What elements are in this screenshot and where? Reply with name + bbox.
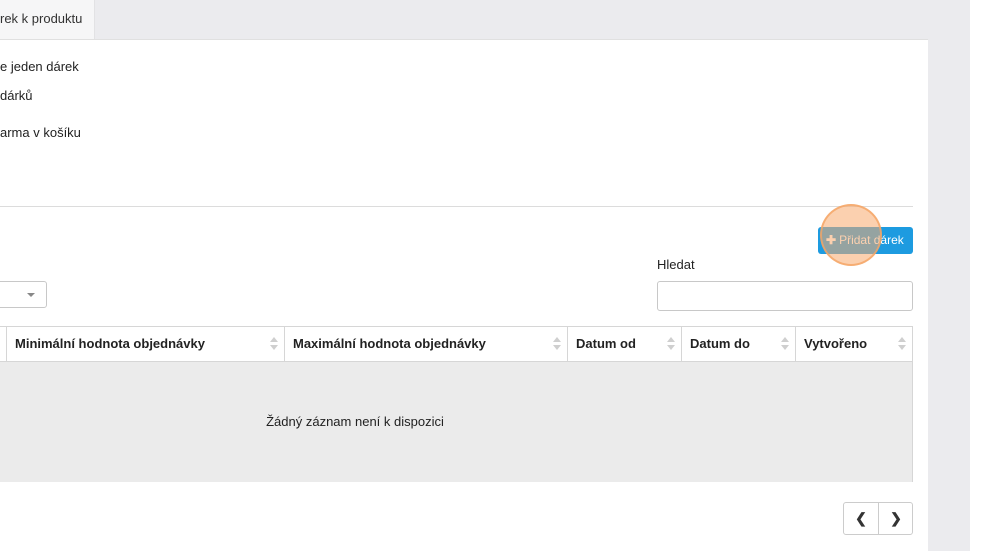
column-header-created[interactable]: Vytvořeno: [795, 327, 912, 361]
caret-down-icon: [27, 293, 35, 297]
column-label: Datum do: [690, 336, 750, 351]
page-size-select[interactable]: [0, 281, 47, 308]
empty-table-message: Žádný záznam není k dispozici: [266, 414, 444, 429]
sort-icon: [270, 337, 278, 351]
sort-icon: [781, 337, 789, 351]
next-page-button[interactable]: ❯: [879, 503, 913, 534]
search-input[interactable]: [657, 281, 913, 311]
gift-settings-panel: e jeden dárek dárků arma v košíku ✚ Přida…: [0, 39, 928, 551]
option-free-in-cart[interactable]: arma v košíku: [0, 125, 81, 140]
table-body: Žádný záznam není k dispozici: [0, 362, 912, 482]
option-one-gift[interactable]: e jeden dárek: [0, 59, 79, 74]
column-label: Maximální hodnota objednávky: [293, 336, 486, 351]
column-header-date-from[interactable]: Datum od: [567, 327, 681, 361]
search-label: Hledat: [657, 257, 695, 272]
option-gifts[interactable]: dárků: [0, 88, 33, 103]
tab-gifts-to-product[interactable]: rek k produktu: [0, 0, 95, 39]
chevron-right-icon: ❯: [890, 510, 902, 526]
previous-page-button[interactable]: ❮: [844, 503, 879, 534]
add-gift-button[interactable]: ✚ Přidat dárek: [818, 227, 913, 254]
add-gift-label: Přidat dárek: [839, 233, 904, 247]
page-background-strip: [928, 0, 970, 551]
window-edge: [970, 0, 983, 551]
column-header-min-order-value[interactable]: Minimální hodnota objednávky: [6, 327, 284, 361]
plus-icon: ✚: [826, 233, 837, 247]
column-header-max-order-value[interactable]: Maximální hodnota objednávky: [284, 327, 567, 361]
column-header-date-to[interactable]: Datum do: [681, 327, 795, 361]
section-divider: [0, 206, 913, 207]
sort-icon: [553, 337, 561, 351]
column-label: Vytvořeno: [804, 336, 868, 351]
chevron-left-icon: ❮: [855, 510, 867, 526]
sort-icon: [898, 337, 906, 351]
column-label: Minimální hodnota objednávky: [15, 336, 205, 351]
pagination: ❮ ❯: [843, 502, 913, 535]
gifts-table: Minimální hodnota objednávky Maximální h…: [0, 326, 913, 482]
table-header: Minimální hodnota objednávky Maximální h…: [0, 327, 912, 362]
sort-icon: [667, 337, 675, 351]
column-label: Datum od: [576, 336, 636, 351]
